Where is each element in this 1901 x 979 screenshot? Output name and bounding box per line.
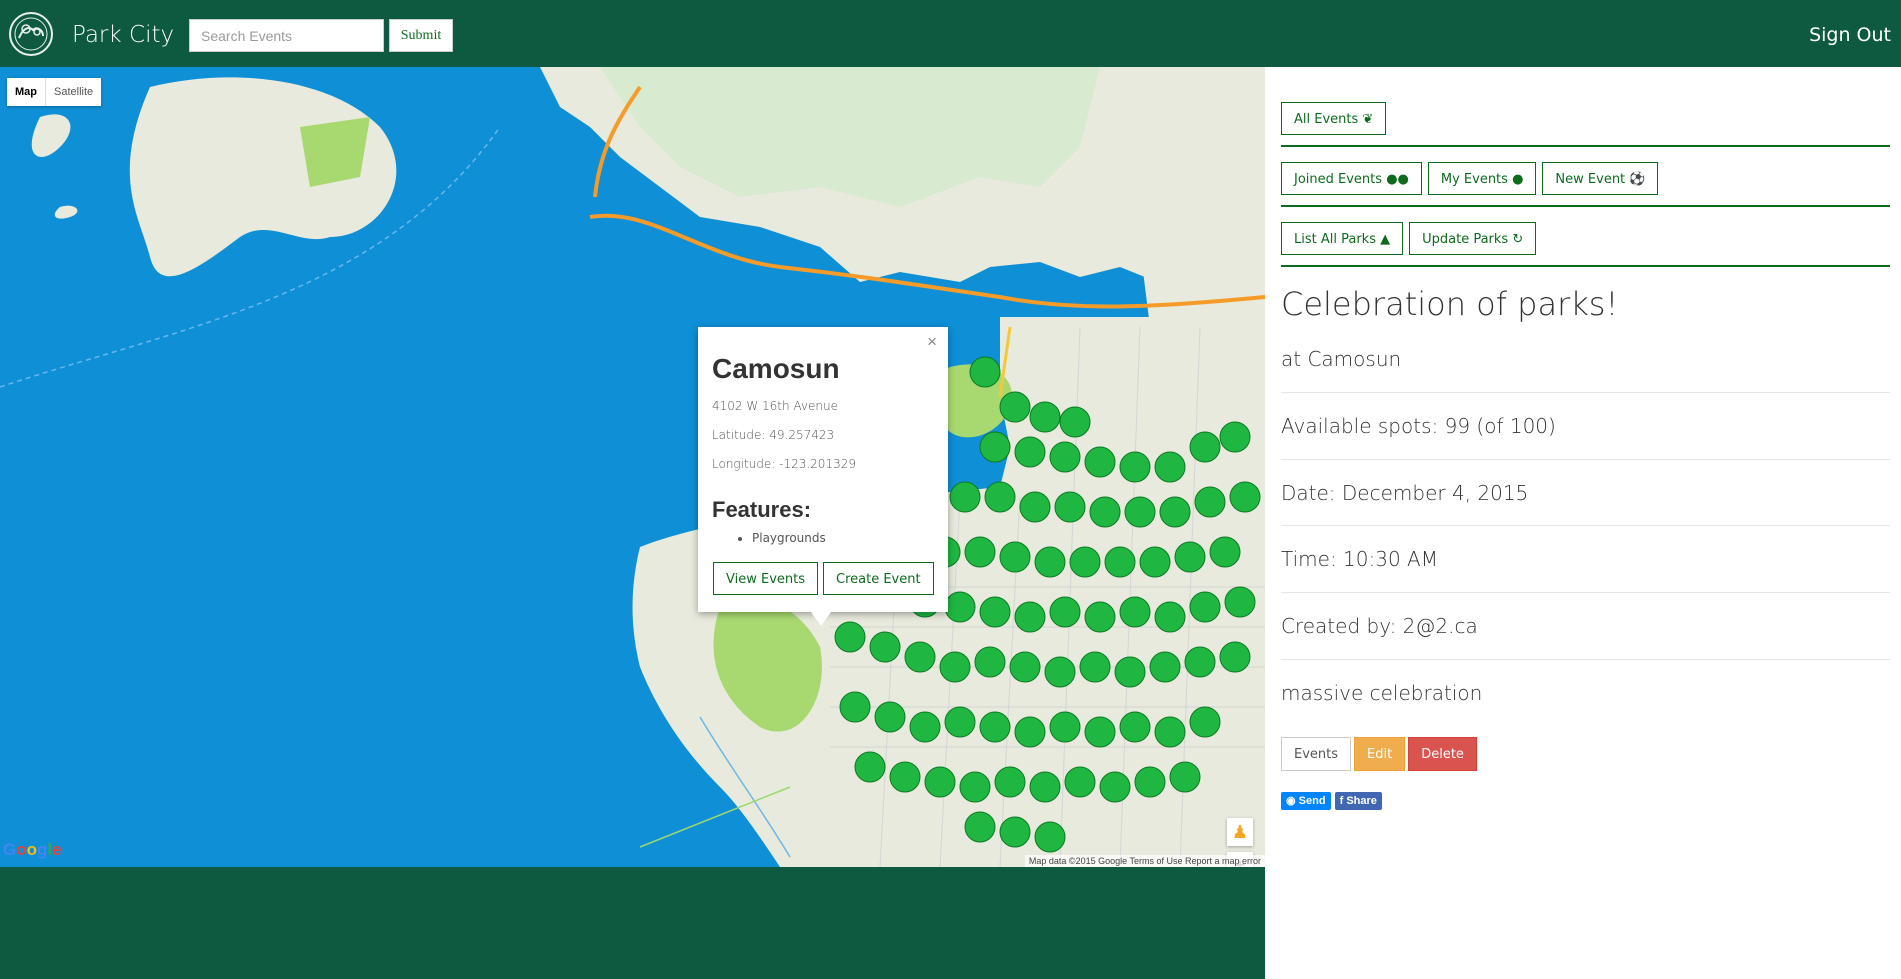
park-city-logo[interactable] (9, 12, 53, 56)
edit-button[interactable]: Edit (1354, 737, 1406, 771)
new-event-button[interactable]: New Event ⚽ (1542, 162, 1659, 195)
event-available-spots: Available spots: 99 (of 100) (1281, 414, 1556, 438)
event-side-panel: All Events ❦ Joined Events ●● My Events … (1265, 67, 1901, 979)
panel-row-all-events: All Events ❦ (1281, 102, 1387, 135)
divider (1281, 525, 1890, 526)
my-events-button[interactable]: My Events ● (1427, 162, 1537, 195)
pegman-icon[interactable]: ♟ (1227, 818, 1253, 846)
divider (1281, 659, 1890, 660)
top-navbar: Park City Submit Sign Out (0, 0, 1901, 67)
facebook-icon: f (1339, 795, 1344, 807)
tree-icon: ▲ (1380, 232, 1391, 247)
refresh-icon: ↻ (1512, 232, 1524, 247)
view-events-button[interactable]: View Events (713, 562, 818, 595)
feature-item: Playgrounds (752, 531, 934, 545)
create-event-button[interactable]: Create Event (823, 562, 934, 595)
park-info-popup: × Camosun 4102 W 16th Avenue Latitude: 4… (698, 327, 948, 626)
facebook-share-button[interactable]: f Share (1334, 792, 1382, 810)
search-submit-button[interactable]: Submit (389, 19, 453, 52)
leaf-icon: ❦ (1362, 112, 1374, 127)
google-logo: Google (3, 840, 62, 859)
soccer-ball-icon: ⚽ (1629, 172, 1646, 187)
footer-strip (0, 867, 1265, 979)
google-map[interactable]: Map Satellite × Camosun 4102 W 16th Aven… (0, 67, 1265, 867)
list-all-parks-button[interactable]: List All Parks ▲ (1281, 222, 1404, 255)
divider (1281, 145, 1890, 147)
features-list: Playgrounds (712, 531, 934, 545)
event-date: Date: December 4, 2015 (1281, 481, 1529, 505)
event-location: at Camosun (1281, 347, 1402, 371)
divider (1281, 392, 1890, 393)
event-title: Celebration of parks! (1281, 285, 1619, 323)
park-name: Camosun (712, 353, 840, 384)
map-type-map-button[interactable]: Map (7, 78, 46, 106)
map-type-satellite-button[interactable]: Satellite (46, 78, 101, 106)
social-share-row: ◉ Send f Share (1281, 792, 1382, 810)
sign-out-link[interactable]: Sign Out (1809, 24, 1891, 46)
joined-events-button[interactable]: Joined Events ●● (1281, 162, 1422, 195)
all-events-button[interactable]: All Events ❦ (1281, 102, 1387, 135)
divider (1281, 459, 1890, 460)
events-button[interactable]: Events (1281, 737, 1352, 771)
panel-row-my-events: Joined Events ●● My Events ● New Event ⚽ (1281, 162, 1659, 195)
divider (1281, 592, 1890, 593)
map-type-control: Map Satellite (7, 78, 102, 106)
messenger-send-button[interactable]: ◉ Send (1281, 792, 1331, 810)
delete-button[interactable]: Delete (1408, 737, 1477, 771)
divider (1281, 265, 1890, 267)
event-time: Time: 10:30 AM (1281, 547, 1438, 571)
event-created-by: Created by: 2@2.ca (1281, 614, 1478, 638)
park-address: 4102 W 16th Avenue (712, 399, 839, 413)
park-longitude: Longitude: -123.201329 (712, 457, 856, 471)
park-latitude: Latitude: 49.257423 (712, 428, 835, 442)
features-heading: Features: (712, 497, 812, 522)
update-parks-button[interactable]: Update Parks ↻ (1409, 222, 1537, 255)
messenger-icon: ◉ (1286, 795, 1296, 807)
user-icon: ● (1512, 172, 1524, 187)
map-tiles (0, 67, 1265, 867)
close-icon[interactable]: × (927, 332, 937, 352)
panel-row-parks: List All Parks ▲ Update Parks ↻ (1281, 222, 1537, 255)
search-events-input[interactable] (189, 19, 384, 52)
brand-name[interactable]: Park City (72, 22, 174, 48)
event-actions: Events Edit Delete (1281, 737, 1477, 771)
map-attribution[interactable]: Map data ©2015 Google Terms of Use Repor… (1024, 855, 1265, 867)
divider (1281, 205, 1890, 207)
users-icon: ●● (1386, 172, 1409, 187)
event-description: massive celebration (1281, 681, 1483, 705)
